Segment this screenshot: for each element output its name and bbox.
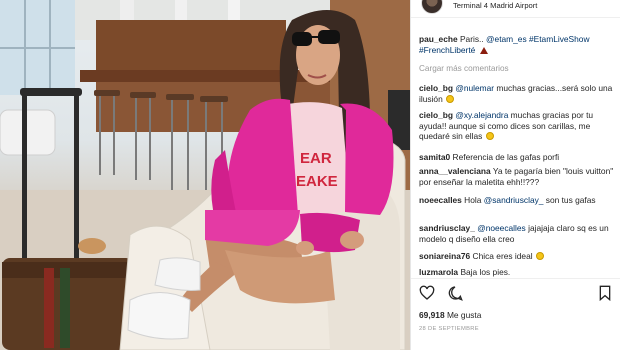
list-item: soniareina76 Chica eres ideal bbox=[419, 251, 615, 262]
post-date: 28 DE SEPTIEMBRE bbox=[419, 326, 479, 332]
comment-username[interactable]: soniareina76 bbox=[419, 251, 470, 261]
comment-username[interactable]: cielo_bg bbox=[419, 83, 453, 93]
shirt-text-line2: EAKE bbox=[296, 173, 338, 190]
list-item: cielo_bg @nulemar muchas gracias...será … bbox=[419, 83, 615, 104]
smile-emoji-icon bbox=[535, 252, 544, 260]
shirt-text-line1: EAR bbox=[300, 150, 332, 167]
comment-caption: pau_eche Paris.. @etam_es #EtamLiveShow … bbox=[419, 34, 615, 55]
list-item: samita0 Referencia de las gafas porfi bbox=[419, 152, 615, 163]
likes-number: 69,918 bbox=[419, 310, 445, 320]
comment-text: Hola bbox=[464, 195, 484, 205]
comment-username[interactable]: luzmarola bbox=[419, 267, 458, 277]
comment-mention[interactable]: @sandriusclay_ bbox=[484, 195, 544, 205]
comment-text: Baja los pies. bbox=[460, 267, 511, 277]
sneaker bbox=[127, 292, 191, 340]
photo-scene: EAR EAKE bbox=[0, 0, 410, 350]
list-item: sandriusclay_ @noeecalles jajajaja claro… bbox=[419, 223, 615, 244]
heart-icon[interactable] bbox=[419, 285, 435, 301]
list-item: anna__valenciana Ya te pagaría bien "lou… bbox=[419, 166, 615, 187]
bar-counter bbox=[96, 20, 286, 75]
list-item: luzmarola Baja los pies. bbox=[419, 267, 615, 278]
comment-mention[interactable]: @noeecalles bbox=[477, 223, 526, 233]
bookmark-icon[interactable] bbox=[597, 285, 613, 301]
comment-username[interactable]: samita0 bbox=[419, 152, 450, 162]
smile-emoji-icon bbox=[446, 94, 455, 103]
comment-mention[interactable]: @nulemar bbox=[455, 83, 494, 93]
likes-count[interactable]: 69,918 Me gusta bbox=[419, 310, 481, 320]
comment-text-tail: son tus gafas bbox=[543, 195, 596, 205]
instagram-panel: Terminal 4 Madrid Airport pau_eche Paris… bbox=[410, 0, 620, 350]
likes-label: Me gusta bbox=[446, 310, 482, 320]
comment-mention[interactable]: @etam_es bbox=[486, 34, 527, 44]
list-item: noeecalles Hola @sandriusclay_ son tus g… bbox=[419, 195, 615, 206]
load-more-comments-link[interactable]: Cargar más comentarios bbox=[419, 64, 509, 73]
triangle-flag-icon bbox=[479, 46, 488, 54]
comment-username[interactable]: pau_eche bbox=[419, 34, 458, 44]
comment-username[interactable]: sandriusclay_ bbox=[419, 223, 475, 233]
post-header: Terminal 4 Madrid Airport bbox=[411, 0, 620, 18]
comment-text: Paris.. bbox=[459, 34, 487, 44]
avatar[interactable] bbox=[421, 0, 443, 14]
comment-icon[interactable] bbox=[447, 285, 463, 301]
list-item: cielo_bg @xy.alejandra muchas gracias po… bbox=[419, 110, 615, 142]
post-photo: EAR EAKE bbox=[0, 0, 410, 350]
comment-mention[interactable]: @xy.alejandra bbox=[455, 110, 508, 120]
smile-emoji-icon bbox=[485, 132, 494, 141]
comment-username[interactable]: anna__valenciana bbox=[419, 166, 491, 176]
location-link[interactable]: Terminal 4 Madrid Airport bbox=[453, 1, 537, 10]
comment-username[interactable]: noeecalles bbox=[419, 195, 462, 205]
comment-text: Chica eres ideal bbox=[472, 251, 533, 261]
post-actions bbox=[411, 278, 620, 301]
comment-username[interactable]: cielo_bg bbox=[419, 110, 453, 120]
comment-text: Referencia de las gafas porfi bbox=[452, 152, 560, 162]
